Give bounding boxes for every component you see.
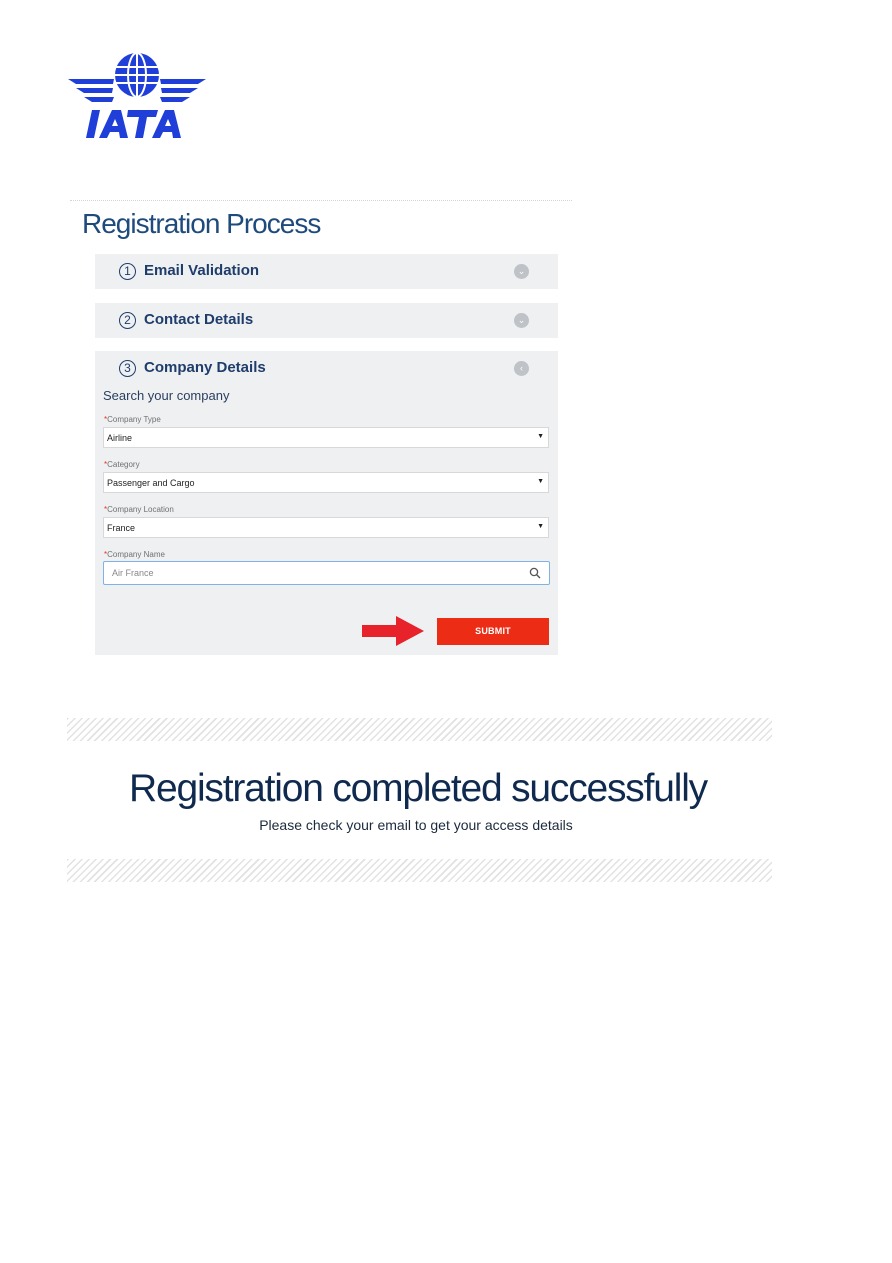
iata-logo [68,52,206,138]
step-label: Email Validation [144,262,260,279]
step-number: 2 [119,312,136,329]
success-subtitle: Please check your email to get your acce… [259,817,573,833]
success-title: Registration completed successfully [129,767,708,810]
step-label: Company Details [144,359,266,376]
hatched-divider-top [67,718,772,741]
step-email-validation[interactable]: 1 Email Validation ⌄ [95,254,558,289]
company-type-select[interactable]: Airline ▼ [103,427,549,448]
step-contact-details[interactable]: 2 Contact Details ⌄ [95,303,558,338]
company-type-label: *Company Type [104,415,161,424]
step-label: Contact Details [144,311,254,328]
chevron-left-icon[interactable]: ‹ [514,361,529,376]
step-number: 1 [119,263,136,280]
chevron-down-icon[interactable]: ⌄ [514,264,529,279]
select-value: Airline [107,433,133,443]
company-location-select[interactable]: France ▼ [103,517,549,538]
company-name-label: *Company Name [104,550,165,559]
search-icon[interactable] [529,567,541,579]
category-select[interactable]: Passenger and Cargo ▼ [103,472,549,493]
step-company-details-header[interactable]: 3 Company Details ‹ [95,351,558,386]
search-company-heading: Search your company [103,388,230,403]
select-value: Passenger and Cargo [107,478,195,488]
company-name-input[interactable]: Air France [103,561,550,585]
dropdown-caret-icon: ▼ [537,523,544,530]
divider [70,200,572,201]
input-value: Air France [112,568,154,578]
chevron-down-icon[interactable]: ⌄ [514,313,529,328]
arrow-right-icon [362,616,424,646]
dropdown-caret-icon: ▼ [537,433,544,440]
step-number: 3 [119,360,136,377]
step-company-details: 3 Company Details ‹ Search your company … [95,351,558,655]
registration-panel: Registration Process 1 Email Validation … [70,200,572,660]
submit-button[interactable]: SUBMIT [437,618,549,645]
select-value: France [107,523,136,533]
company-location-label: *Company Location [104,505,174,514]
hatched-divider-bottom [67,859,772,882]
dropdown-caret-icon: ▼ [537,478,544,485]
page-title: Registration Process [82,208,321,239]
category-label: *Category [104,460,140,469]
